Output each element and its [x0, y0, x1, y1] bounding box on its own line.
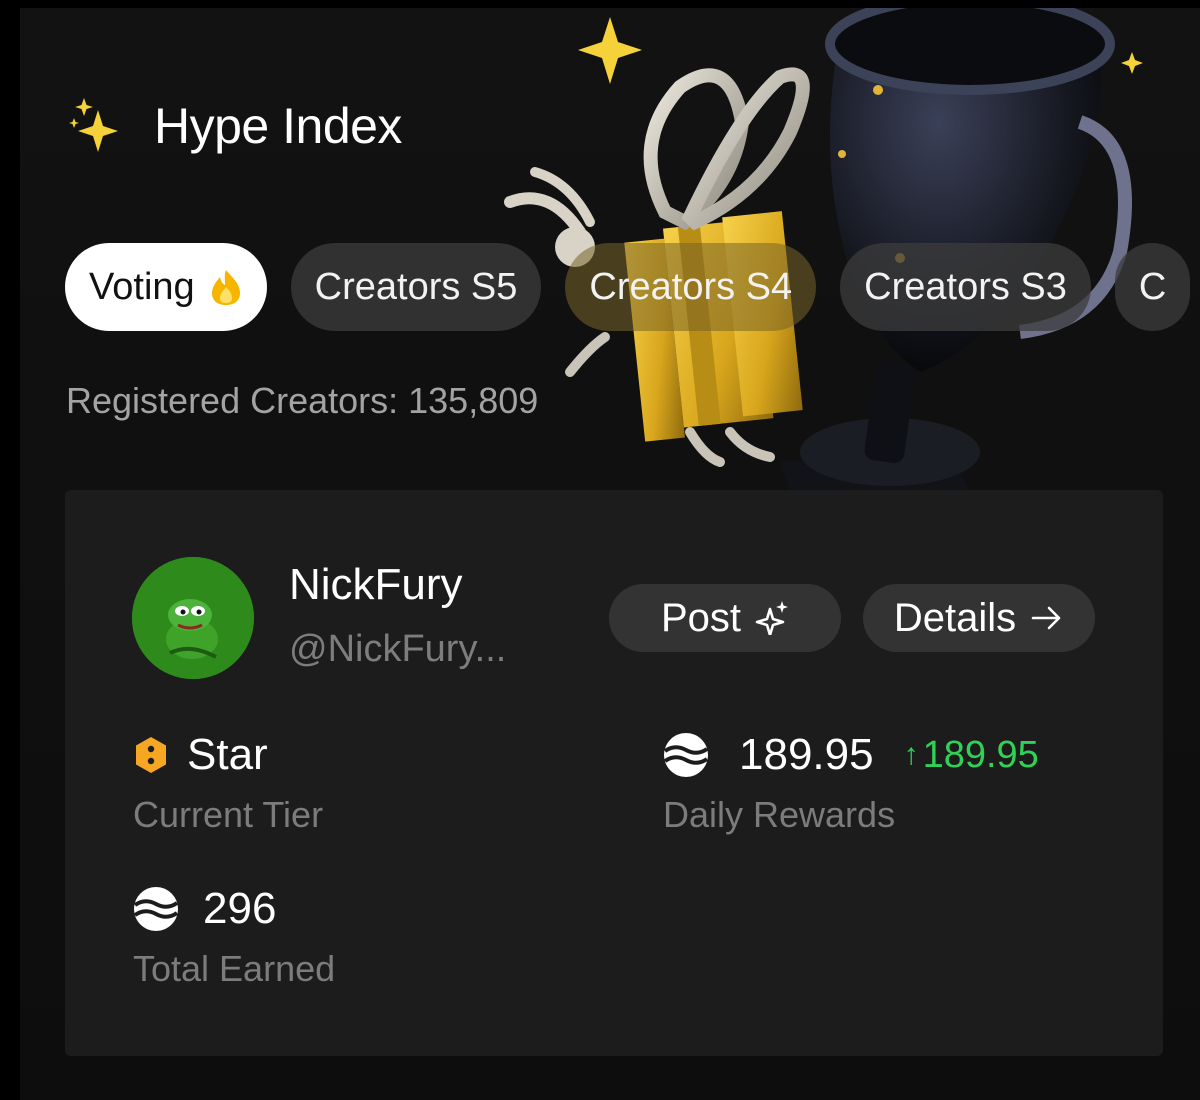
arrow-right-icon	[1031, 606, 1061, 630]
tab-creators-s5[interactable]: Creators S5	[290, 243, 542, 331]
tab-creators-s4[interactable]: Creators S4	[565, 243, 817, 331]
daily-rewards-stat: 189.95 ↑ 189.95 Daily Rewards	[663, 730, 1039, 836]
sparkles-icon	[69, 98, 118, 152]
tab-label: Creators S4	[589, 265, 793, 308]
post-button-label: Post	[660, 595, 742, 640]
creator-handle: @NickFury...	[289, 628, 507, 670]
daily-rewards-label: Daily Rewards	[663, 794, 896, 835]
flame-icon	[211, 270, 240, 305]
tab-label: Creators S5	[314, 265, 518, 308]
hexagon-tier-icon	[136, 737, 166, 773]
tier-stat: Star Current Tier	[133, 730, 323, 836]
total-earned-value: 296	[203, 884, 277, 933]
creator-name: NickFury	[289, 560, 463, 609]
coin-wave-icon	[663, 733, 709, 777]
tab-bar: Voting Creators S5 Creators S4 Creators …	[65, 243, 1191, 331]
daily-rewards-value: 189.95	[739, 730, 874, 779]
tab-label: Voting	[89, 265, 195, 308]
header: Hype Index	[68, 96, 402, 156]
tier-label: Current Tier	[133, 794, 324, 835]
avatar[interactable]	[132, 557, 254, 679]
tab-label: Creators S3	[864, 265, 1067, 308]
arrow-up-icon: ↑	[903, 738, 919, 771]
tab-creators-truncated[interactable]: C	[1114, 243, 1191, 331]
app-frame: Hype Index Voting Creators S5 Creators S…	[20, 8, 1200, 1100]
frog-avatar-icon	[132, 557, 254, 679]
tier-value: Star	[187, 730, 268, 779]
registered-creators-count: Registered Creators: 135,809	[66, 380, 539, 421]
coin-wave-icon	[133, 887, 179, 931]
daily-rewards-change: ↑ 189.95	[904, 734, 1039, 777]
sparkle-icon	[755, 601, 789, 635]
creator-card: NickFury @NickFury... Post Details Star …	[65, 490, 1163, 1056]
details-button-label: Details	[893, 595, 1017, 640]
total-earned-stat: 296 Total Earned	[133, 884, 335, 990]
tab-voting[interactable]: Voting	[65, 243, 267, 331]
daily-rewards-change-value: 189.95	[922, 733, 1039, 776]
tab-creators-s3[interactable]: Creators S3	[840, 243, 1091, 331]
details-button[interactable]: Details	[863, 584, 1095, 652]
total-earned-label: Total Earned	[133, 948, 336, 989]
tab-label: C	[1138, 265, 1167, 308]
page-title: Hype Index	[154, 98, 402, 154]
post-button[interactable]: Post	[609, 584, 841, 652]
